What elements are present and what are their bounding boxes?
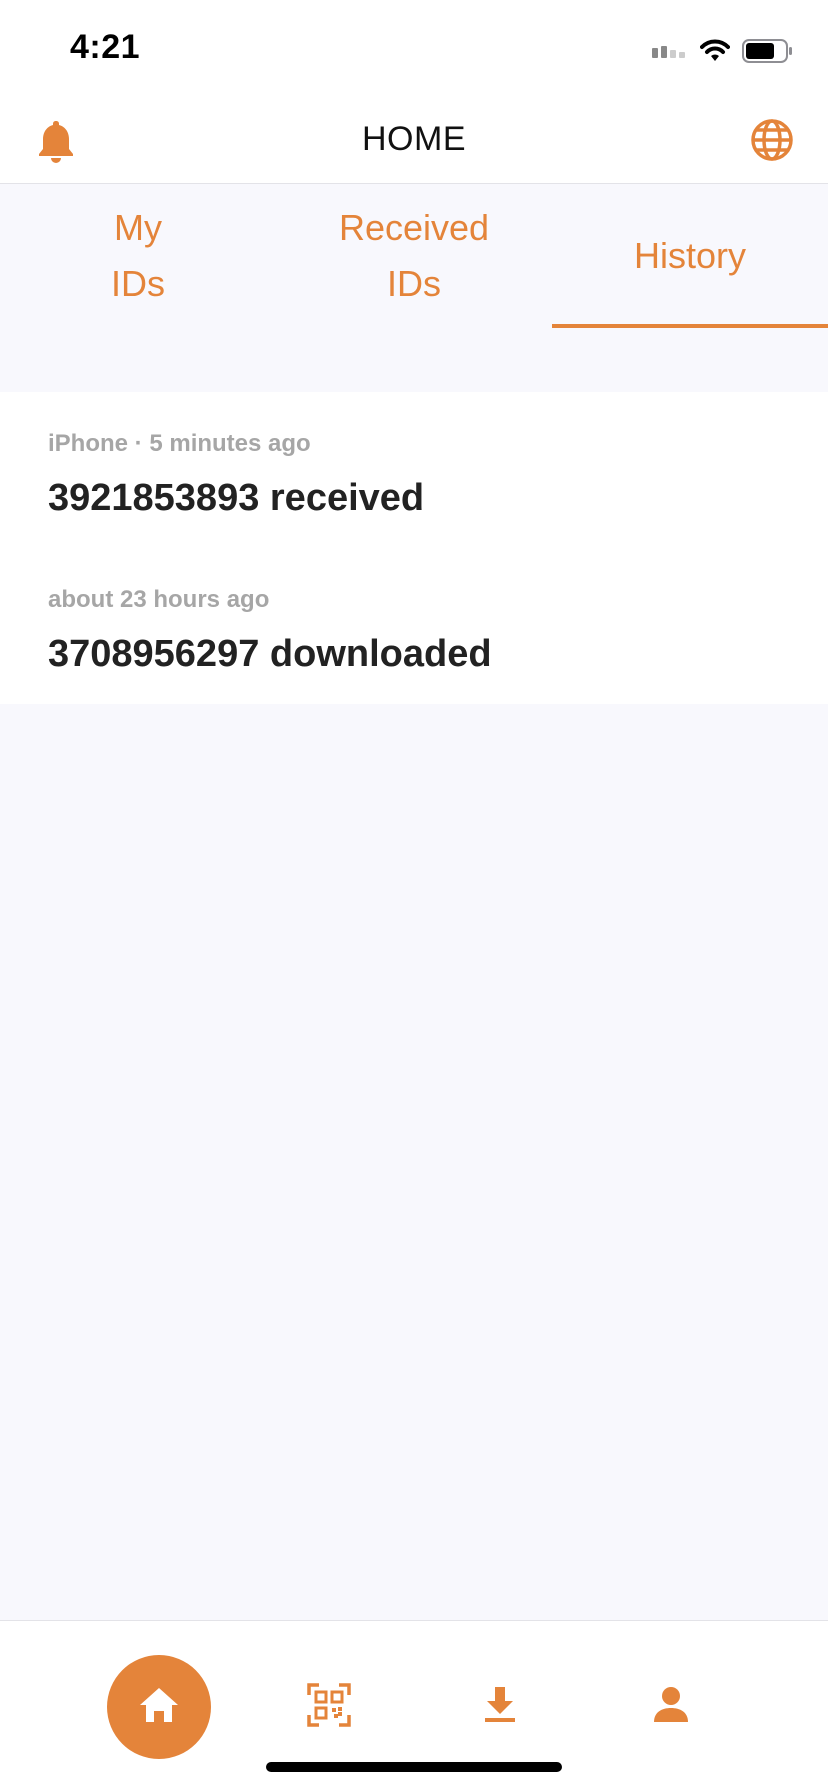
active-tab-indicator bbox=[552, 324, 828, 328]
tab-label-line1: My bbox=[114, 207, 162, 248]
history-item-meta: iPhone · 5 minutes ago bbox=[48, 430, 311, 457]
app-header: HOME bbox=[0, 100, 828, 184]
tab-label-line2: IDs bbox=[111, 263, 165, 304]
tab-my-ids[interactable]: My IDs bbox=[0, 184, 276, 328]
status-bar: 4:21 bbox=[0, 0, 828, 100]
battery-icon bbox=[742, 39, 794, 63]
globe-icon[interactable] bbox=[750, 118, 794, 162]
home-indicator bbox=[266, 1762, 562, 1772]
history-item-title: 3921853893 received bbox=[48, 477, 425, 519]
cellular-signal-icon bbox=[652, 44, 688, 58]
tab-bar: My IDs Received IDs History bbox=[0, 184, 828, 392]
history-item[interactable]: iPhone · 5 minutes ago 3921853893 receiv… bbox=[48, 428, 788, 526]
tab-label: History bbox=[633, 235, 746, 276]
history-list: iPhone · 5 minutes ago 3921853893 receiv… bbox=[0, 392, 828, 704]
history-item[interactable]: about 23 hours ago 3708956297 downloaded bbox=[48, 584, 788, 682]
profile-icon bbox=[652, 1685, 690, 1730]
tab-label-line1: Received bbox=[338, 207, 490, 248]
status-icons bbox=[652, 36, 794, 66]
nav-qr-button[interactable] bbox=[299, 1677, 359, 1737]
tab-label-line2: IDs bbox=[387, 263, 441, 304]
history-item-meta: about 23 hours ago bbox=[48, 586, 270, 613]
tab-history[interactable]: History bbox=[552, 184, 828, 328]
qr-code-icon bbox=[307, 1682, 351, 1732]
nav-home-button[interactable] bbox=[107, 1655, 211, 1759]
nav-profile-button[interactable] bbox=[641, 1677, 701, 1737]
tab-received-ids[interactable]: Received IDs bbox=[276, 184, 552, 328]
download-icon bbox=[482, 1685, 518, 1730]
home-icon bbox=[137, 1685, 181, 1730]
status-time: 4:21 bbox=[70, 28, 141, 66]
page-title: HOME bbox=[362, 120, 466, 158]
nav-download-button[interactable] bbox=[470, 1677, 530, 1737]
wifi-icon bbox=[700, 39, 730, 63]
history-item-title: 3708956297 downloaded bbox=[48, 633, 492, 675]
